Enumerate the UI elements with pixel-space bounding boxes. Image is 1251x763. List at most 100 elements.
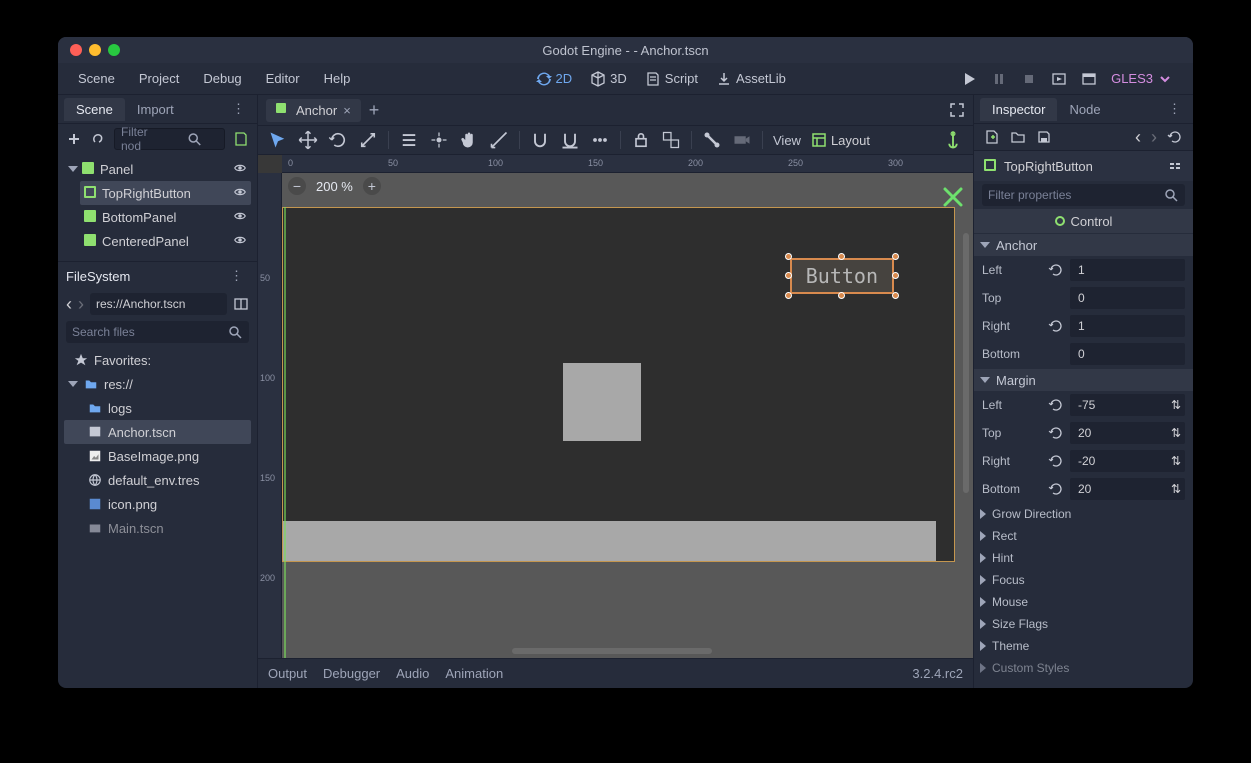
section-focus[interactable]: Focus: [974, 569, 1193, 591]
section-sizeflags[interactable]: Size Flags: [974, 613, 1193, 635]
inspector-filter-input[interactable]: Filter properties: [982, 184, 1185, 206]
tab-audio[interactable]: Audio: [396, 666, 429, 681]
section-custom[interactable]: Custom Styles: [974, 657, 1193, 679]
distraction-free-button[interactable]: [949, 102, 965, 118]
selected-button-node[interactable]: Button: [790, 258, 894, 294]
bottom-panel-node[interactable]: [283, 521, 936, 561]
reset-button[interactable]: [1048, 262, 1064, 278]
value-input[interactable]: 1: [1070, 259, 1185, 281]
scene-filter-input[interactable]: Filter nod: [114, 128, 225, 150]
play-button[interactable]: [961, 71, 977, 87]
close-tab-button[interactable]: ×: [343, 103, 351, 118]
zoom-level[interactable]: 200 %: [316, 179, 353, 194]
canvas[interactable]: Button: [282, 173, 973, 658]
list-select-tool[interactable]: [399, 130, 419, 150]
value-input[interactable]: -75⇅: [1070, 394, 1185, 416]
maximize-window-button[interactable]: [108, 44, 120, 56]
pivot-tool[interactable]: [429, 130, 449, 150]
menu-help[interactable]: Help: [314, 67, 361, 90]
resize-handle-tr[interactable]: [892, 253, 899, 260]
lock-button[interactable]: [631, 130, 651, 150]
section-hint[interactable]: Hint: [974, 547, 1193, 569]
inspector-class-header[interactable]: Control: [974, 209, 1193, 233]
resize-handle-b[interactable]: [838, 292, 845, 299]
section-margin[interactable]: Margin: [974, 369, 1193, 391]
tree-node-bottompanel[interactable]: BottomPanel: [80, 205, 251, 229]
save-resource-button[interactable]: [1036, 129, 1052, 145]
rotate-tool[interactable]: [328, 130, 348, 150]
section-grow[interactable]: Grow Direction: [974, 503, 1193, 525]
load-resource-button[interactable]: [1010, 129, 1026, 145]
resize-handle-l[interactable]: [785, 272, 792, 279]
menu-scene[interactable]: Scene: [68, 67, 125, 90]
new-tab-button[interactable]: +: [369, 100, 380, 121]
new-resource-button[interactable]: [984, 129, 1000, 145]
reset-button[interactable]: [1048, 425, 1064, 441]
visibility-toggle[interactable]: [233, 233, 247, 250]
dock-options-icon[interactable]: ⋮: [224, 268, 249, 284]
history-button[interactable]: [1167, 129, 1183, 145]
value-input[interactable]: 20⇅: [1070, 422, 1185, 444]
mode-assetlib-button[interactable]: AssetLib: [716, 71, 786, 87]
stop-button[interactable]: [1021, 71, 1037, 87]
anchor-indicator-icon[interactable]: [941, 185, 965, 212]
file-anchor-tscn[interactable]: Anchor.tscn: [64, 420, 251, 444]
resize-handle-r[interactable]: [892, 272, 899, 279]
viewport[interactable]: 0 50 100 150 200 250 300 50 100 150 200: [258, 155, 973, 658]
pan-tool[interactable]: [459, 130, 479, 150]
split-view-button[interactable]: [233, 296, 249, 312]
reset-button[interactable]: [1048, 453, 1064, 469]
tab-inspector[interactable]: Inspector: [980, 98, 1057, 121]
menu-debug[interactable]: Debug: [193, 67, 251, 90]
centered-panel-node[interactable]: [563, 363, 641, 441]
add-node-button[interactable]: [66, 131, 82, 147]
tree-node-toprightbutton[interactable]: TopRightButton: [80, 181, 251, 205]
view-menu[interactable]: View: [773, 133, 801, 148]
menu-project[interactable]: Project: [129, 67, 189, 90]
spinner[interactable]: ⇅: [1171, 398, 1181, 412]
resize-handle-br[interactable]: [892, 292, 899, 299]
tab-scene[interactable]: Scene: [64, 98, 125, 121]
mode-3d-button[interactable]: 3D: [590, 71, 627, 87]
viewport-scrollbar-v[interactable]: [963, 233, 969, 493]
section-toggle[interactable]: [980, 377, 990, 383]
close-window-button[interactable]: [70, 44, 82, 56]
spinner[interactable]: ⇅: [1171, 482, 1181, 496]
tab-node[interactable]: Node: [1057, 98, 1112, 121]
object-properties-button[interactable]: [1167, 158, 1183, 174]
zoom-in-button[interactable]: +: [363, 177, 381, 195]
path-input[interactable]: res://Anchor.tscn: [90, 293, 227, 315]
mode-2d-button[interactable]: 2D: [536, 71, 573, 87]
anchor-preset-button[interactable]: [943, 130, 963, 150]
file-main-tscn[interactable]: Main.tscn: [64, 516, 251, 540]
tree-node-centeredpanel[interactable]: CenteredPanel: [80, 229, 251, 253]
pause-button[interactable]: [991, 71, 1007, 87]
grid-snap-toggle[interactable]: [560, 130, 580, 150]
select-tool[interactable]: [268, 130, 288, 150]
history-back-button[interactable]: ‹: [1135, 127, 1141, 148]
snap-options[interactable]: [590, 130, 610, 150]
dock-options-icon[interactable]: ⋮: [1162, 101, 1187, 117]
history-forward-button[interactable]: ›: [1151, 127, 1157, 148]
file-icon-png[interactable]: icon.png: [64, 492, 251, 516]
tab-output[interactable]: Output: [268, 666, 307, 681]
scale-tool[interactable]: [358, 130, 378, 150]
reset-button[interactable]: [1048, 481, 1064, 497]
path-back-button[interactable]: ‹: [66, 294, 72, 315]
mode-script-button[interactable]: Script: [645, 71, 698, 87]
tab-animation[interactable]: Animation: [445, 666, 503, 681]
visibility-toggle[interactable]: [233, 209, 247, 226]
file-default-env[interactable]: default_env.tres: [64, 468, 251, 492]
reset-button[interactable]: [1048, 397, 1064, 413]
layout-menu[interactable]: Layout: [811, 132, 870, 148]
resize-handle-t[interactable]: [838, 253, 845, 260]
res-root-row[interactable]: res://: [64, 372, 251, 396]
viewport-scrollbar-h[interactable]: [512, 648, 712, 654]
play-custom-button[interactable]: [1081, 71, 1097, 87]
minimize-window-button[interactable]: [89, 44, 101, 56]
expand-toggle[interactable]: [68, 381, 78, 387]
file-logs[interactable]: logs: [64, 396, 251, 420]
section-rect[interactable]: Rect: [974, 525, 1193, 547]
value-input[interactable]: 0: [1070, 343, 1185, 365]
section-mouse[interactable]: Mouse: [974, 591, 1193, 613]
